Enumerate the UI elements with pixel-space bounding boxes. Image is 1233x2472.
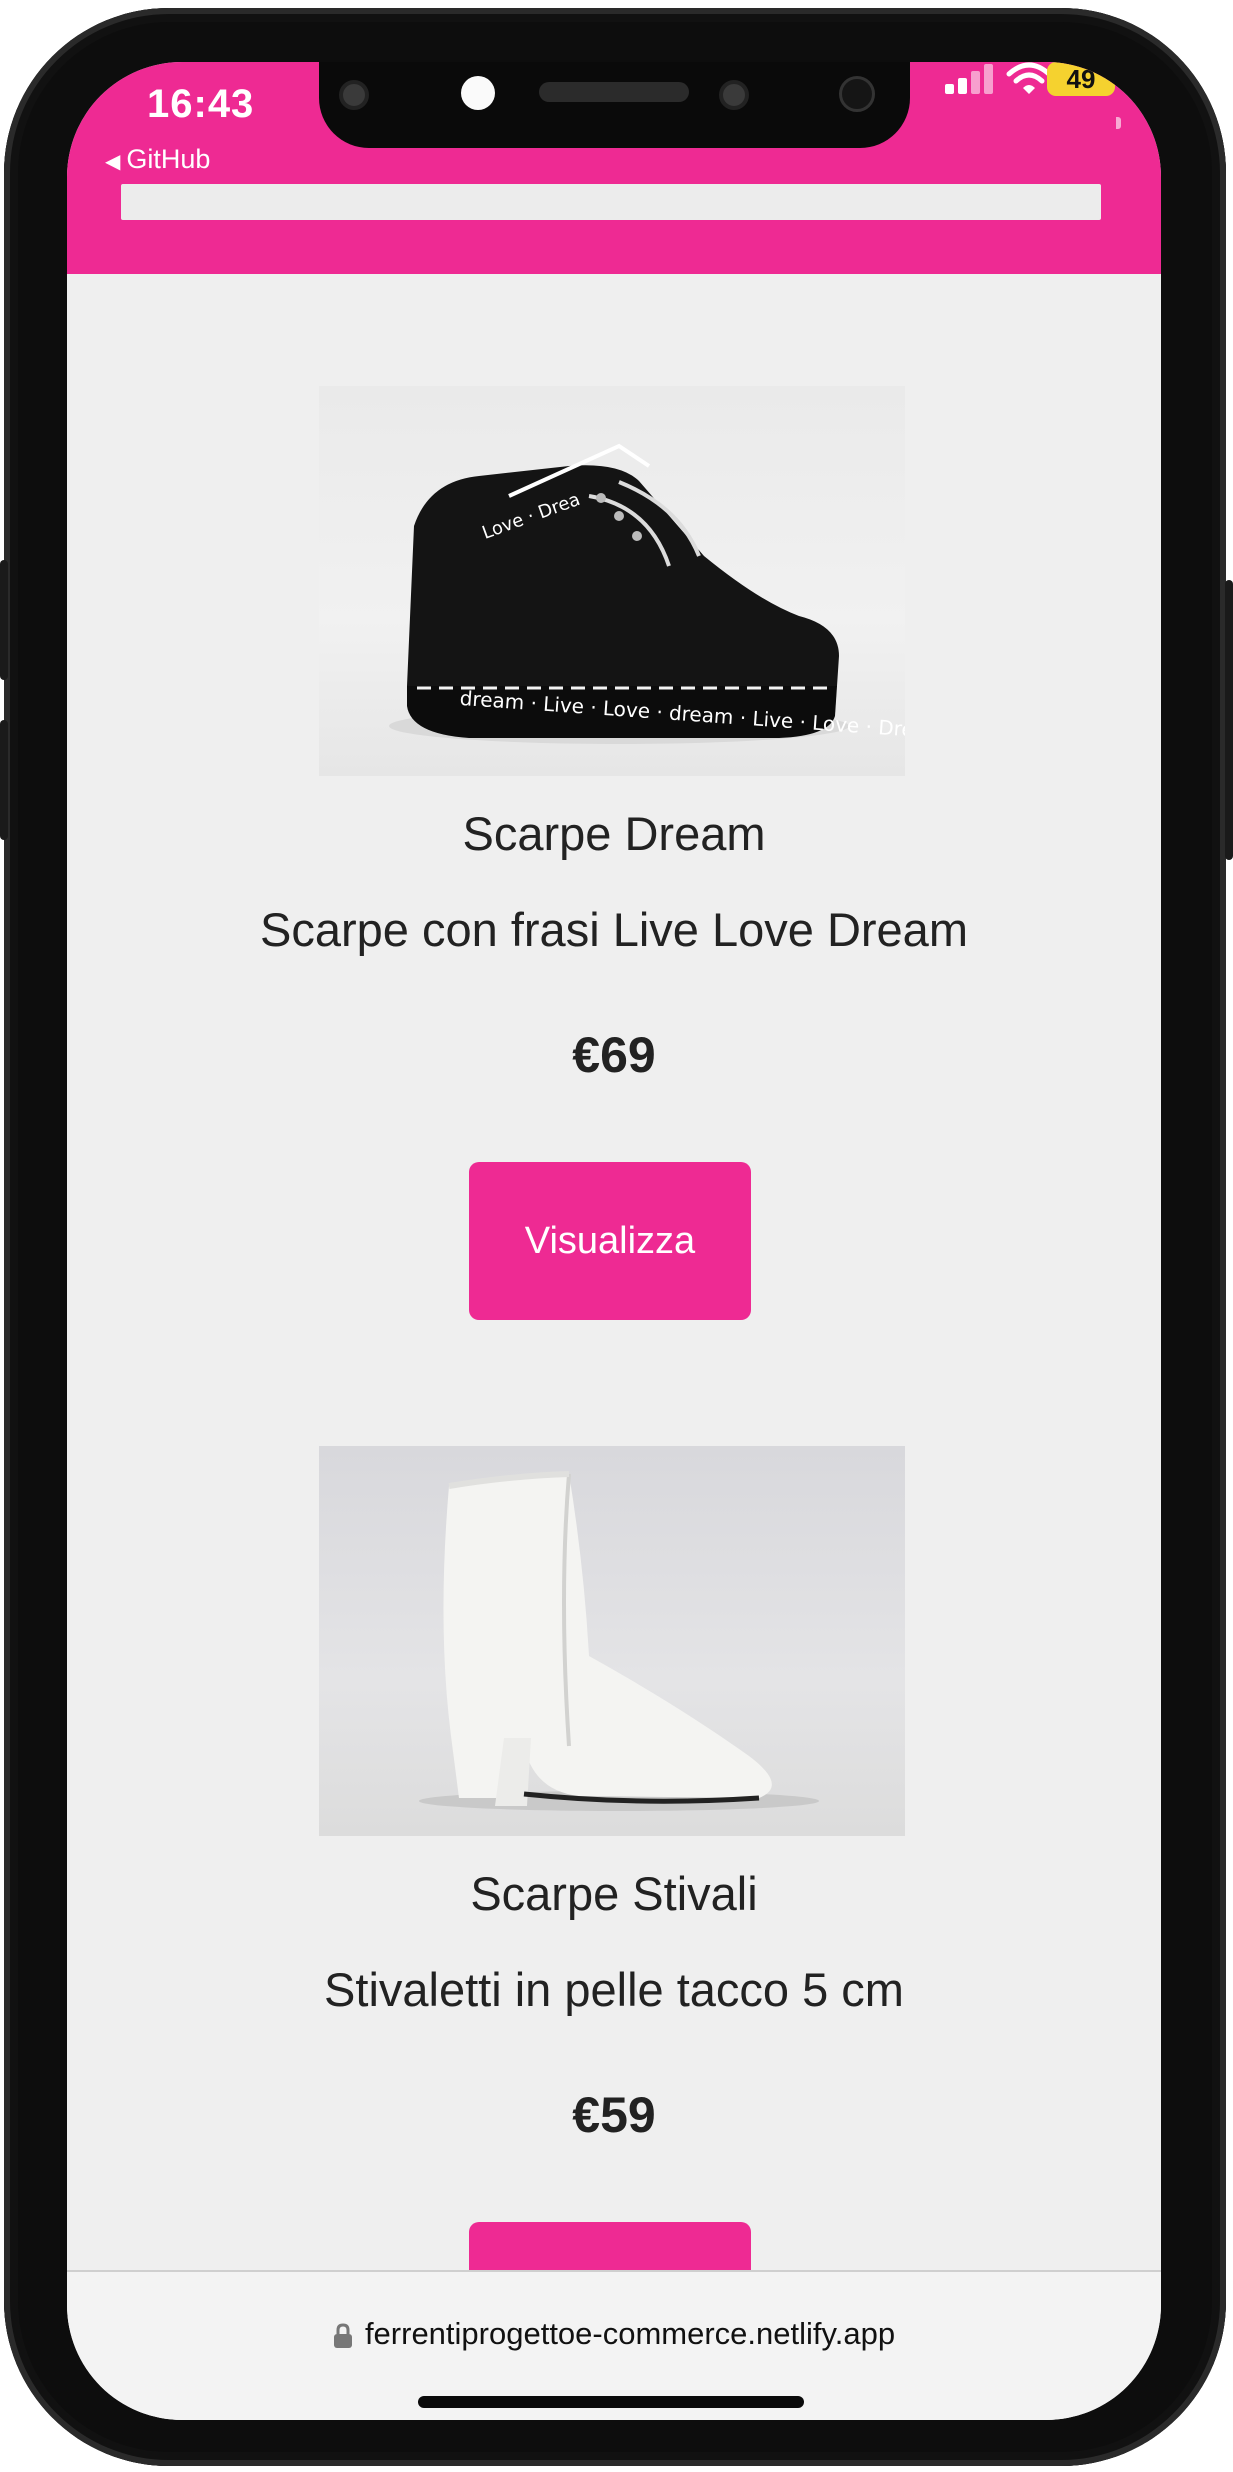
header-search-bar[interactable] bbox=[121, 184, 1101, 220]
back-app-label: GitHub bbox=[126, 144, 211, 174]
proximity-sensor-icon bbox=[839, 76, 875, 112]
url-field[interactable]: ferrentiprogettoe-commerce.netlify.app bbox=[67, 2316, 1161, 2352]
back-to-app-link[interactable]: ◀ GitHub bbox=[105, 144, 210, 175]
product-price: €69 bbox=[572, 1027, 656, 1083]
product-price: €59 bbox=[572, 2087, 656, 2143]
url-text: ferrentiprogettoe-commerce.netlify.app bbox=[364, 2316, 896, 2351]
product-title: Scarpe Dream bbox=[462, 807, 766, 860]
battery-icon: 49 bbox=[1047, 62, 1115, 96]
volume-button bbox=[0, 560, 8, 680]
back-arrow-icon: ◀ bbox=[105, 151, 121, 173]
sensor-icon bbox=[719, 80, 749, 110]
browser-address-bar[interactable]: ferrentiprogettoe-commerce.netlify.app bbox=[67, 2270, 1161, 2420]
product-card: Scarpe Stivali Stivaletti in pelle tacco… bbox=[67, 1334, 1161, 2340]
notch bbox=[319, 62, 910, 148]
sensor-icon bbox=[339, 80, 369, 110]
screen: 16:43 ◀ GitHub 49 dream · Live · Love · … bbox=[67, 62, 1161, 2420]
product-card: dream · Live · Love · dream · Live · Lov… bbox=[67, 274, 1161, 1334]
product-description: Stivaletti in pelle tacco 5 cm bbox=[324, 1963, 904, 2016]
product-title: Scarpe Stivali bbox=[470, 1867, 758, 1920]
product-list: dream · Live · Love · dream · Live · Lov… bbox=[67, 274, 1161, 2340]
signal-icon bbox=[945, 64, 993, 94]
front-camera-icon bbox=[461, 76, 495, 110]
black-platform-shoe-icon[interactable]: dream · Live · Love · dream · Live · Lov… bbox=[319, 386, 905, 776]
product-description: Scarpe con frasi Live Love Dream bbox=[260, 903, 968, 956]
view-product-button[interactable]: Visualizza bbox=[469, 1162, 751, 1320]
home-indicator[interactable] bbox=[418, 2396, 804, 2408]
power-button bbox=[1225, 580, 1233, 860]
speaker-grille bbox=[539, 82, 689, 102]
battery-cap bbox=[1116, 117, 1121, 129]
wifi-icon bbox=[1006, 62, 1052, 94]
white-ankle-boot-icon[interactable] bbox=[319, 1446, 905, 1836]
lock-icon bbox=[333, 2323, 352, 2348]
status-time: 16:43 bbox=[147, 82, 255, 126]
volume-button bbox=[0, 720, 8, 840]
